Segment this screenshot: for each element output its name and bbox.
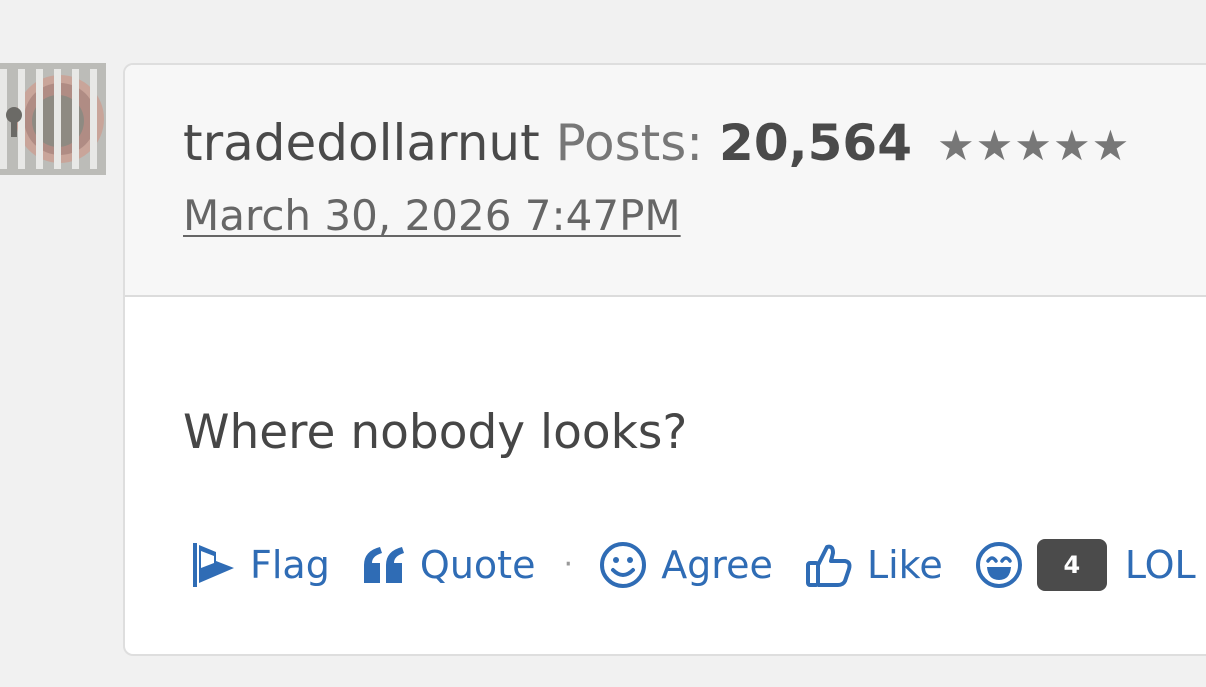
flag-label: Flag xyxy=(250,543,330,587)
quote-label: Quote xyxy=(419,543,536,587)
author-line: tradedollarnut Posts: 20,564 xyxy=(183,113,912,173)
smiley-icon xyxy=(599,541,647,589)
quote-button[interactable]: Quote xyxy=(362,535,536,595)
agree-label: Agree xyxy=(661,543,773,587)
lol-count-badge: 4 xyxy=(1036,539,1107,591)
posts-label: Posts: xyxy=(555,114,704,172)
post-body: Where nobody looks? xyxy=(183,405,688,460)
lol-button[interactable]: 4 LOL xyxy=(975,535,1196,595)
rank-stars: ★★★★★ xyxy=(937,121,1131,170)
agree-button[interactable]: Agree xyxy=(599,535,773,595)
post-actions: Flag Quote · Agree Like 4 LOL xyxy=(190,535,1206,595)
avatar[interactable] xyxy=(0,63,106,175)
lol-label: LOL xyxy=(1124,543,1196,587)
posts-count: 20,564 xyxy=(719,114,912,172)
action-separator: · xyxy=(563,547,574,582)
quote-icon xyxy=(362,545,406,585)
thumbs-up-icon xyxy=(805,541,853,589)
post-header: tradedollarnut Posts: 20,564 ★★★★★ March… xyxy=(125,65,1206,297)
post-card: tradedollarnut Posts: 20,564 ★★★★★ March… xyxy=(123,63,1206,656)
post-date-link[interactable]: March 30, 2026 7:47PM xyxy=(183,191,681,241)
flag-button[interactable]: Flag xyxy=(190,535,330,595)
like-button[interactable]: Like xyxy=(805,535,943,595)
author-name[interactable]: tradedollarnut xyxy=(183,114,540,172)
like-label: Like xyxy=(866,543,943,587)
flag-icon xyxy=(190,541,236,589)
laughing-face-icon xyxy=(975,541,1023,589)
